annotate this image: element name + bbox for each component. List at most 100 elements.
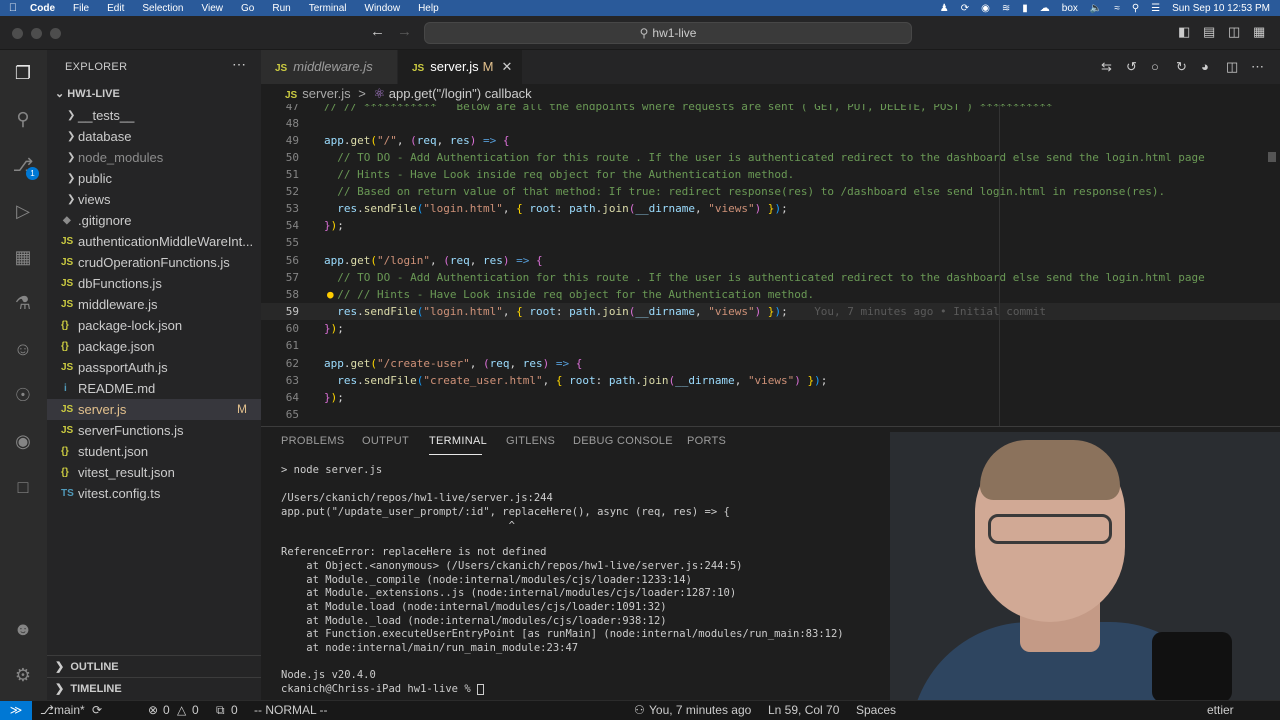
volume-icon[interactable]: 🔈 [1090, 3, 1102, 14]
tree-folder-node-modules[interactable]: ❯ node_modules [47, 147, 261, 168]
gitlens-icon[interactable]: ☉ [10, 382, 36, 408]
chat-icon[interactable]: □ [10, 474, 36, 500]
sync-icon[interactable]: ⟳ [961, 3, 969, 14]
compare-changes-icon[interactable]: ⇆ [1101, 59, 1112, 75]
tree-file-student[interactable]: {} student.json [47, 441, 261, 462]
battery-icon[interactable]: ▮ [1022, 3, 1028, 14]
toggle-panel-icon[interactable]: ▤ [1203, 24, 1215, 40]
menu-selection[interactable]: Selection [133, 3, 192, 14]
zoom-window-button[interactable] [50, 28, 61, 39]
search-icon[interactable]: ⚲ [1132, 3, 1139, 14]
back-arrow-icon[interactable]: ← [370, 23, 385, 40]
more-actions-icon[interactable]: ⋯ [1251, 59, 1264, 75]
apple-menu-icon[interactable]:  [0, 2, 26, 14]
menu-view[interactable]: View [193, 3, 233, 14]
wifi-icon[interactable]: ≈ [1114, 3, 1120, 14]
code-editor[interactable]: 47 // // *********** Below are all the en… [261, 104, 1280, 426]
tree-file-crud[interactable]: JS crudOperationFunctions.js [47, 252, 261, 273]
menu-app-code[interactable]: Code [26, 3, 64, 14]
testing-flask-icon[interactable]: ⚗ [10, 290, 36, 316]
indentation[interactable]: Spaces [856, 701, 896, 720]
previous-change-icon[interactable]: ○ [1151, 59, 1159, 74]
menu-file[interactable]: File [64, 3, 98, 14]
tree-file-package[interactable]: {} package.json [47, 336, 261, 357]
menubar-clock[interactable]: Sun Sep 10 12:53 PM [1172, 3, 1270, 14]
toggle-sidebar-icon[interactable]: ◧ [1178, 24, 1190, 40]
menu-terminal[interactable]: Terminal [300, 3, 356, 14]
tab-output[interactable]: OUTPUT [362, 435, 409, 447]
control-center-icon[interactable]: ☰ [1151, 3, 1160, 14]
warning-icon[interactable]: △ [177, 701, 186, 720]
box-menu-label[interactable]: box [1062, 3, 1078, 14]
tree-file-vitest-config[interactable]: TS vitest.config.ts [47, 483, 261, 504]
more-actions-icon[interactable]: ⋯ [232, 56, 246, 73]
tree-file-passport[interactable]: JS passportAuth.js [47, 357, 261, 378]
tab-middleware[interactable]: JS middleware.js [261, 50, 397, 84]
tab-gitlens[interactable]: GITLENS [506, 435, 555, 447]
ports-count[interactable]: 0 [231, 701, 238, 720]
run-debug-icon[interactable]: ▷ [10, 198, 36, 224]
close-icon[interactable]: ✕ [501, 59, 512, 74]
tab-debug-console[interactable]: DEBUG CONSOLE [573, 435, 673, 447]
settings-gear-icon[interactable]: ⚙ [10, 662, 36, 688]
breadcrumb-file[interactable]: server.js [302, 86, 350, 101]
sync-icon[interactable]: ⟳ [92, 701, 102, 720]
tree-file-serverfunctions[interactable]: JS serverFunctions.js [47, 420, 261, 441]
source-control-icon[interactable]: ⎇ 1 [10, 152, 39, 180]
scrollbar-thumb[interactable] [1268, 152, 1276, 162]
error-count[interactable]: 0 [163, 701, 170, 720]
remote-explorer-icon[interactable]: ◉ [10, 428, 36, 454]
tab-ports[interactable]: PORTS [687, 435, 726, 447]
tree-file-vitest-result[interactable]: {} vitest_result.json [47, 462, 261, 483]
command-center-search[interactable]: ⚲ hw1-live [424, 22, 912, 44]
forward-arrow-icon[interactable]: → [397, 23, 412, 40]
wifi-status-icon[interactable]: ≋ [1002, 3, 1010, 14]
search-icon[interactable]: ⚲ [10, 106, 36, 132]
account-icon[interactable]: ☻ [10, 616, 36, 642]
breadcrumb-symbol[interactable]: app.get("/login") callback [389, 86, 532, 101]
workspace-folder-header[interactable]: ⌄ HW1-LIVE [47, 84, 261, 104]
git-branch[interactable]: main* [54, 701, 85, 720]
copilot-icon[interactable]: ☺ [10, 336, 36, 362]
outline-section-header[interactable]: ❯ OUTLINE [47, 655, 261, 677]
prettier-status[interactable]: ettier [1207, 701, 1234, 720]
menu-help[interactable]: Help [409, 3, 448, 14]
tree-folder-database[interactable]: ❯ database [47, 126, 261, 147]
tab-server[interactable]: JS server.js M ✕ [398, 50, 522, 84]
tree-file-middleware[interactable]: JS middleware.js [47, 294, 261, 315]
tree-file-readme[interactable]: i README.md [47, 378, 261, 399]
line-blame[interactable]: You, 7 minutes ago [649, 701, 751, 720]
cursor-position[interactable]: Ln 59, Col 70 [768, 701, 839, 720]
close-window-button[interactable] [12, 28, 23, 39]
accessibility-icon[interactable]: ♟ [940, 3, 949, 14]
record-icon[interactable]: ◉ [981, 3, 990, 14]
menu-run[interactable]: Run [263, 3, 299, 14]
tree-file-gitignore[interactable]: ◆ .gitignore [47, 210, 261, 231]
toggle-secondary-sidebar-icon[interactable]: ◫ [1228, 24, 1240, 40]
menu-edit[interactable]: Edit [98, 3, 133, 14]
terminal-output[interactable]: > node server.js /Users/ckanich/repos/hw… [281, 463, 941, 699]
tree-file-dbfunctions[interactable]: JS dbFunctions.js [47, 273, 261, 294]
menu-go[interactable]: Go [232, 3, 263, 14]
tree-file-package-lock[interactable]: {} package-lock.json [47, 315, 261, 336]
tree-folder-views[interactable]: ❯ views [47, 189, 261, 210]
remote-indicator-icon[interactable]: ≫ [0, 701, 32, 720]
gitlens-blame-icon[interactable]: ◕ [1201, 59, 1209, 74]
menu-window[interactable]: Window [356, 3, 410, 14]
ports-icon[interactable]: ⧉ [216, 701, 225, 720]
minimize-window-button[interactable] [31, 28, 42, 39]
error-icon[interactable]: ⊗ [148, 701, 158, 720]
split-editor-icon[interactable]: ◫ [1226, 59, 1238, 75]
tree-file-server[interactable]: JS server.js M [47, 399, 261, 420]
explorer-files-icon[interactable]: ❐ [10, 60, 36, 86]
tree-file-authmiddleware[interactable]: JS authenticationMiddleWareInt... [47, 231, 261, 252]
open-changes-icon[interactable]: ↺ [1126, 59, 1137, 75]
tree-folder-tests[interactable]: ❯ __tests__ [47, 105, 261, 126]
tree-folder-public[interactable]: ❯ public [47, 168, 261, 189]
timeline-section-header[interactable]: ❯ TIMELINE [47, 677, 261, 699]
tab-terminal[interactable]: TERMINAL [429, 435, 487, 447]
tab-problems[interactable]: PROBLEMS [281, 435, 345, 447]
next-change-icon[interactable]: ↻ [1176, 59, 1187, 75]
extensions-icon[interactable]: ▦ [10, 244, 36, 270]
cloud-icon[interactable]: ☁ [1040, 3, 1050, 14]
